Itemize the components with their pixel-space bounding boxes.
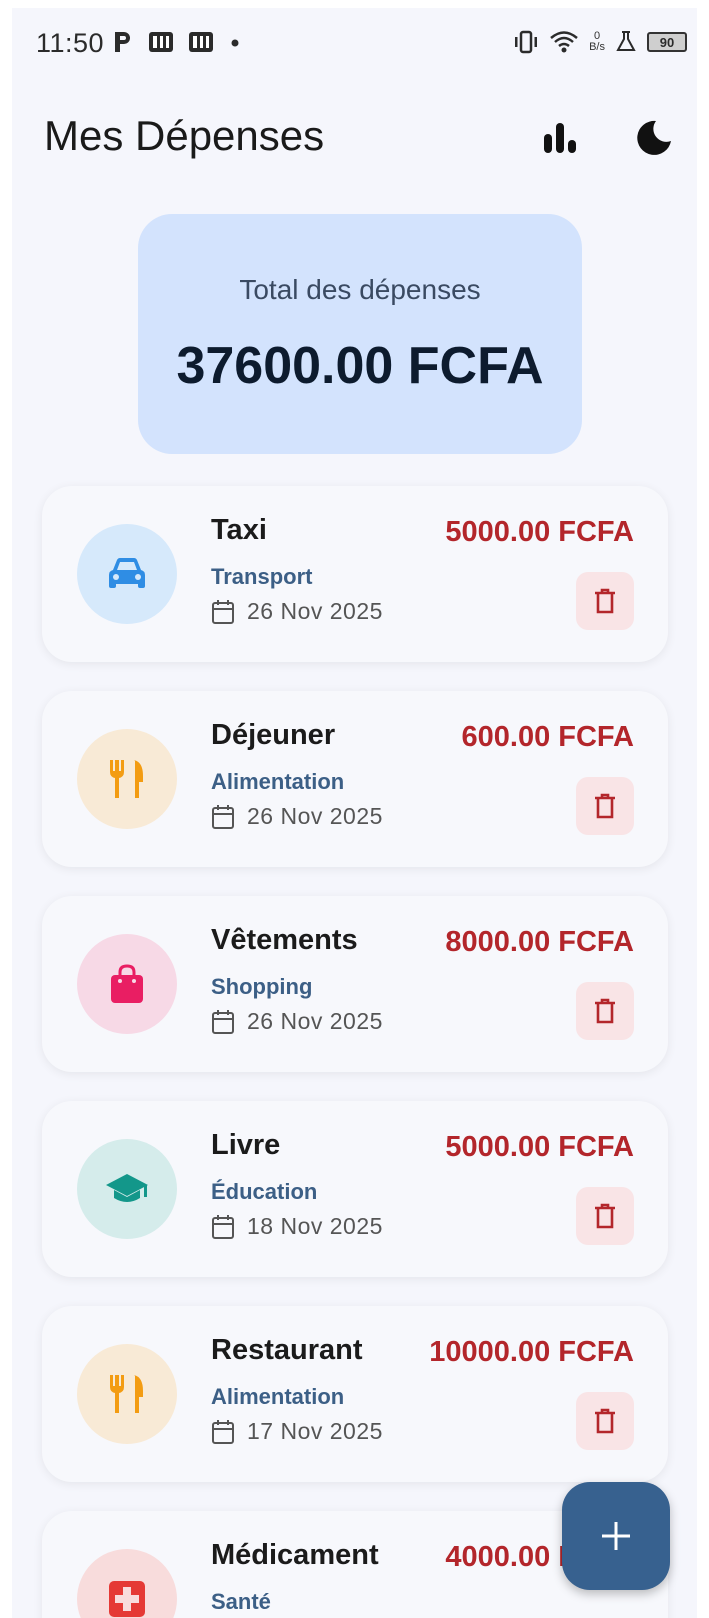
expense-date: 26 Nov 2025	[247, 803, 383, 829]
expense-title: Taxi	[211, 514, 267, 546]
category-avatar	[77, 729, 177, 829]
expense-date-row: 26 Nov 2025	[211, 1008, 383, 1035]
delete-button[interactable]	[576, 982, 634, 1040]
expense-amount: 600.00 FCFA	[461, 721, 634, 753]
expense-title: Vêtements	[211, 924, 358, 956]
expense-category: Éducation	[211, 1179, 318, 1204]
expense-date: 26 Nov 2025	[247, 1008, 383, 1034]
medical-icon	[109, 1581, 145, 1617]
battery-level: 90	[659, 34, 675, 50]
delete-button[interactable]	[576, 1392, 634, 1450]
delete-button[interactable]	[576, 1187, 634, 1245]
category-avatar	[77, 1139, 177, 1239]
expense-category: Shopping	[211, 974, 313, 999]
trash-icon	[595, 998, 615, 1024]
expense-item[interactable]: Livre Éducation 18 Nov 2025 5000.00 FCFA	[42, 1101, 668, 1277]
delete-button[interactable]	[576, 572, 634, 630]
trash-icon	[595, 793, 615, 819]
expense-date-row: 26 Nov 2025	[211, 598, 383, 625]
expense-title: Déjeuner	[211, 719, 336, 751]
vibrate-icon	[515, 30, 538, 54]
bar-chart-icon	[544, 123, 576, 153]
expense-title: Médicament	[211, 1539, 379, 1571]
app-icon	[189, 32, 213, 52]
network-speed: 0 B/s	[589, 31, 605, 53]
total-label: Total des dépenses	[239, 274, 481, 305]
school-icon	[106, 1174, 148, 1202]
flask-icon	[616, 31, 636, 51]
expense-item[interactable]: Déjeuner Alimentation 26 Nov 2025 600.00…	[42, 691, 668, 867]
status-bar: 11:50 0 B/s 90	[12, 8, 697, 82]
expense-date: 26 Nov 2025	[247, 598, 383, 624]
expense-item[interactable]: Vêtements Shopping 26 Nov 2025 8000.00 F…	[42, 896, 668, 1072]
total-card: Total des dépenses 37600.00 FCFA	[138, 214, 582, 454]
trash-icon	[595, 588, 615, 614]
restaurant-icon	[110, 760, 143, 798]
dark-mode-toggle[interactable]	[632, 116, 676, 160]
dark-mode-icon	[637, 120, 671, 155]
app-screen: 11:50 0 B/s 90 Mes Dépenses Total des dé…	[12, 8, 697, 1618]
car-icon	[109, 558, 145, 588]
calendar-icon	[212, 599, 234, 624]
trash-icon	[595, 1408, 615, 1434]
calendar-icon	[212, 1214, 234, 1239]
statistics-button[interactable]	[538, 116, 582, 160]
category-avatar	[77, 1344, 177, 1444]
expense-title: Livre	[211, 1129, 281, 1161]
expense-category: Santé	[211, 1589, 271, 1614]
expense-date-row: 26 Nov 2025	[211, 803, 383, 830]
expense-date-row: 17 Nov 2025	[211, 1418, 383, 1445]
category-avatar	[77, 1549, 177, 1618]
calendar-icon	[212, 804, 234, 829]
add-icon	[602, 1522, 630, 1550]
expense-title: Restaurant	[211, 1334, 363, 1366]
total-value: 37600.00 FCFA	[176, 337, 544, 395]
shopping-bag-icon	[111, 964, 143, 1003]
expense-item[interactable]: Taxi Transport 26 Nov 2025 5000.00 FCFA	[42, 486, 668, 662]
status-time: 11:50	[36, 28, 105, 58]
expense-category: Transport	[211, 564, 313, 589]
expense-category: Alimentation	[211, 769, 345, 794]
battery-icon: 90	[647, 32, 687, 52]
delete-button[interactable]	[576, 777, 634, 835]
wifi-icon	[550, 31, 578, 53]
expense-date: 18 Nov 2025	[247, 1213, 383, 1239]
notification-icons	[112, 30, 242, 54]
expense-amount: 5000.00 FCFA	[445, 516, 634, 548]
expense-category: Alimentation	[211, 1384, 345, 1409]
expense-amount: 10000.00 FCFA	[429, 1336, 634, 1368]
calendar-icon	[212, 1419, 234, 1444]
category-avatar	[77, 524, 177, 624]
page-title: Mes Dépenses	[44, 112, 325, 159]
network-speed-unit: B/s	[589, 41, 605, 53]
dot-icon	[231, 39, 239, 47]
system-icons: 0 B/s 90	[513, 30, 687, 54]
restaurant-icon	[110, 1375, 143, 1413]
expense-item[interactable]: Restaurant Alimentation 17 Nov 2025 1000…	[42, 1306, 668, 1482]
expense-date: 17 Nov 2025	[247, 1418, 383, 1444]
category-avatar	[77, 934, 177, 1034]
expense-date-row: 18 Nov 2025	[211, 1213, 383, 1240]
calendar-icon	[212, 1009, 234, 1034]
parking-icon	[115, 32, 130, 52]
expense-amount: 5000.00 FCFA	[445, 1131, 634, 1163]
trash-icon	[595, 1203, 615, 1229]
expense-amount: 8000.00 FCFA	[445, 926, 634, 958]
add-expense-button[interactable]	[562, 1482, 670, 1590]
app-icon	[149, 32, 173, 52]
